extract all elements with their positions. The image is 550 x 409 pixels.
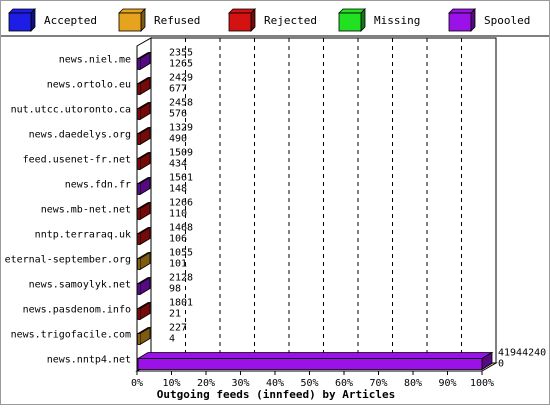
bar-value-offered: 1801 <box>169 298 193 309</box>
category-label: eternal-september.org <box>5 255 131 266</box>
bar-value-accepted: 98 <box>169 284 181 295</box>
bar-value-accepted: 1265 <box>169 59 193 70</box>
bar-value-offered: 1561 <box>169 173 193 184</box>
bar-value-accepted: 576 <box>169 109 187 120</box>
plot-area: 0% 10% 20% 30% 40% 50% 60% 70% 80% 90% 100%news.ni… <box>5 37 546 389</box>
bar-top <box>136 352 494 359</box>
legend-swatch <box>448 12 472 32</box>
legend-swatch-side <box>360 8 366 32</box>
bar-row: news.daedelys.org 1329490 <box>29 123 193 146</box>
category-label: news.mb-net.net <box>41 205 131 216</box>
bar <box>137 333 141 345</box>
bar-value-offered: 1509 <box>169 148 193 159</box>
legend-swatch <box>8 12 32 32</box>
legend-label: Spooled <box>484 14 530 27</box>
bar-value-accepted: 0 <box>498 359 504 370</box>
bar <box>137 283 141 295</box>
bar <box>137 158 141 170</box>
legend-swatch <box>228 12 252 32</box>
chart-frame: Accepted Refused Rejected Missing Spooled 0%… <box>0 0 550 405</box>
x-tick-label: 90% <box>438 378 456 389</box>
category-label: feed.usenet-fr.net <box>23 155 131 166</box>
bar-value-offered: 1329 <box>169 123 193 134</box>
legend: Accepted Refused Rejected Missing Spooled <box>1 8 549 37</box>
bar-row: news.ortolo.eu 2429677 <box>47 73 193 96</box>
legend-swatch-side <box>30 8 36 32</box>
category-label: news.ortolo.eu <box>47 80 131 91</box>
category-label: news.nntp4.net <box>47 355 131 366</box>
bar <box>137 208 141 220</box>
bar <box>137 258 141 270</box>
bar-value-accepted: 148 <box>169 184 187 195</box>
legend-label: Accepted <box>44 14 97 27</box>
bar <box>137 108 141 120</box>
bar <box>137 58 141 70</box>
category-label: news.fdn.fr <box>65 180 131 191</box>
legend-item-rejected: Rejected <box>228 8 317 32</box>
bar-value-offered: 2429 <box>169 73 193 84</box>
bar-value-accepted: 434 <box>169 159 187 170</box>
bar-value-accepted: 21 <box>169 309 181 320</box>
category-label: news.niel.me <box>59 55 131 66</box>
legend-swatch-side <box>250 8 256 32</box>
legend-item-missing: Missing <box>338 8 420 32</box>
bar <box>137 83 141 95</box>
bar-row: news.samoylyk.net 212898 <box>29 273 193 296</box>
bar <box>137 358 483 370</box>
legend-swatch <box>118 12 142 32</box>
legend-swatch <box>338 12 362 32</box>
category-label: news.trigofacile.com <box>11 330 131 341</box>
bar <box>137 308 141 320</box>
bar <box>137 133 141 145</box>
bar <box>137 183 141 195</box>
bar-value-accepted: 4 <box>169 334 175 345</box>
bar-row: news.fdn.fr 1561148 <box>65 173 193 196</box>
x-tick-label: 80% <box>404 378 422 389</box>
category-label: nut.utcc.utoronto.ca <box>11 105 131 116</box>
category-label: news.pasdenom.info <box>23 305 131 316</box>
category-label: news.daedelys.org <box>29 130 131 141</box>
legend-label: Rejected <box>264 14 317 27</box>
bar-value-offered: 1266 <box>169 198 193 209</box>
legend-label: Refused <box>154 14 200 27</box>
bar-value-offered: 2128 <box>169 273 193 284</box>
bar-row: news.niel.me 23551265 <box>59 48 193 71</box>
bar-value-accepted: 490 <box>169 134 187 145</box>
bar-value-accepted: 106 <box>169 234 187 245</box>
bar-value-accepted: 677 <box>169 84 187 95</box>
bar-row: news.mb-net.net 1266110 <box>41 198 193 221</box>
category-label: news.samoylyk.net <box>29 280 131 291</box>
bar-row: nntp.terraraq.uk 1468106 <box>35 223 193 246</box>
bar-value-offered: 227 <box>169 323 187 334</box>
bar-chart: Accepted Refused Rejected Missing Spooled 0%… <box>1 8 549 401</box>
x-tick-label: 100% <box>470 378 494 389</box>
legend-item-spooled: Spooled <box>448 8 530 32</box>
legend-item-accepted: Accepted <box>8 8 97 32</box>
x-axis-label: Outgoing feeds (innfeed) by Articles <box>157 388 395 401</box>
legend-item-refused: Refused <box>118 8 200 32</box>
legend-swatch-side <box>470 8 476 32</box>
x-tick-label: 0% <box>131 378 143 389</box>
bar-value-offered: 2355 <box>169 48 193 59</box>
legend-label: Missing <box>374 14 420 27</box>
bar-value-accepted: 101 <box>169 259 187 270</box>
bar-value-offered: 41944240 <box>498 348 546 359</box>
legend-swatch-side <box>140 8 146 32</box>
bar-value-offered: 1055 <box>169 248 193 259</box>
bar-value-offered: 1468 <box>169 223 193 234</box>
category-label: nntp.terraraq.uk <box>35 230 131 241</box>
bar-value-accepted: 110 <box>169 209 187 220</box>
bar-value-offered: 2458 <box>169 98 193 109</box>
bar <box>137 233 141 245</box>
